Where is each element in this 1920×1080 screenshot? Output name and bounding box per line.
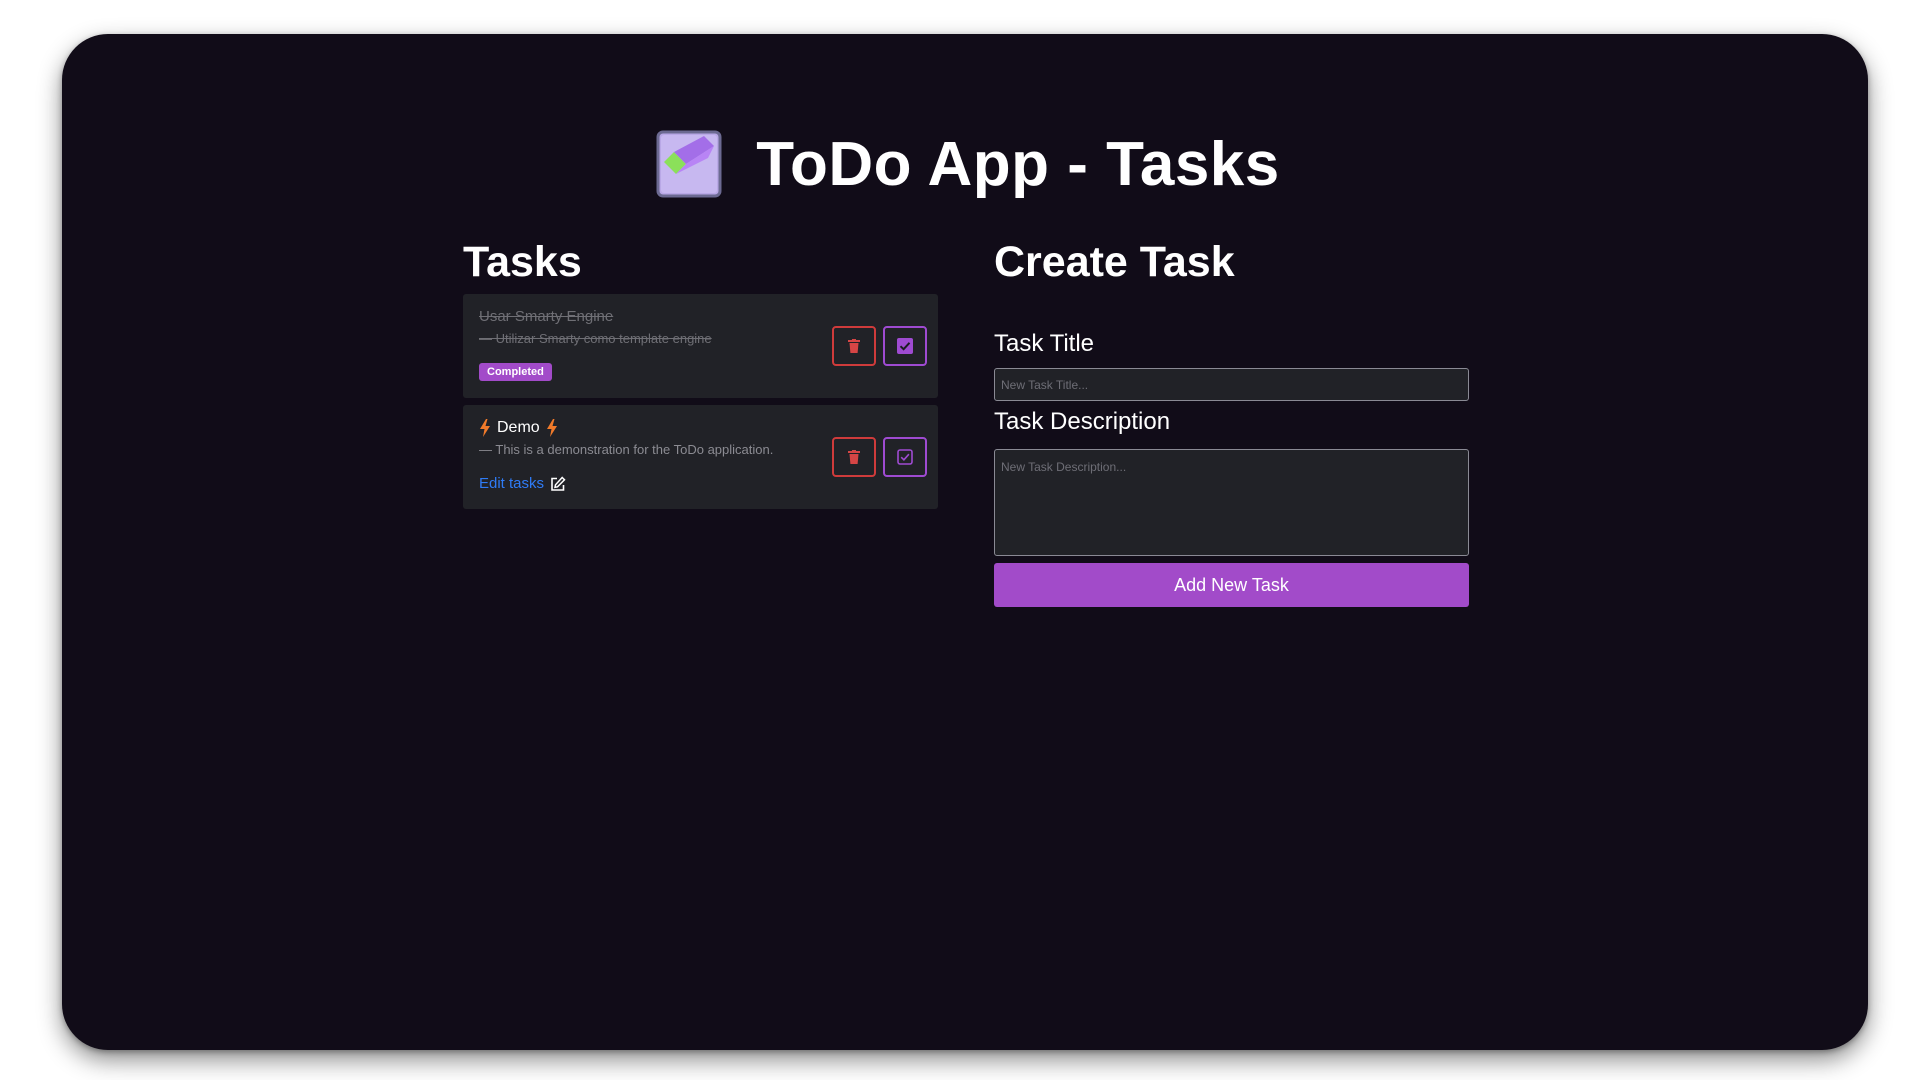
lightning-bolt-icon (546, 419, 557, 437)
task-description: — This is a demonstration for the ToDo a… (479, 442, 774, 457)
complete-task-checkbox[interactable] (883, 326, 927, 366)
task-title-input[interactable] (994, 368, 1469, 401)
page-title: ToDo App - Tasks (756, 129, 1280, 199)
add-new-task-button[interactable]: Add New Task (994, 563, 1469, 607)
completed-badge: Completed (479, 363, 552, 381)
checkbox-unchecked-icon (897, 449, 913, 465)
task-description: — Utilizar Smarty como template engine (479, 331, 712, 346)
trash-icon (848, 339, 860, 353)
task-card: Usar Smarty Engine — Utilizar Smarty com… (463, 294, 938, 398)
task-card: Demo — This is a demonstration for the T… (463, 405, 938, 509)
edit-tasks-link[interactable]: Edit tasks (479, 475, 566, 492)
task-description-input[interactable] (994, 449, 1469, 556)
task-title: Usar Smarty Engine (479, 308, 614, 325)
app-window: ToDo App - Tasks Tasks Usar Smarty Engin… (62, 34, 1868, 1050)
tasks-heading: Tasks (463, 238, 582, 286)
checkbox-checked-icon (897, 338, 913, 354)
edit-tasks-label: Edit tasks (479, 475, 545, 492)
task-title-row: Demo (479, 419, 558, 437)
edit-icon (551, 475, 566, 491)
lightning-bolt-icon (480, 419, 490, 437)
complete-task-checkbox[interactable] (883, 437, 927, 477)
pencil-check-logo-icon (656, 130, 722, 198)
task-title-label: Task Title (994, 330, 1095, 357)
task-description-label: Task Description (994, 408, 1171, 435)
delete-task-button[interactable] (832, 326, 876, 366)
app-header: ToDo App - Tasks (62, 126, 1868, 202)
delete-task-button[interactable] (832, 437, 876, 477)
create-task-heading: Create Task (994, 238, 1235, 286)
task-title: Demo (497, 419, 540, 436)
trash-icon (848, 450, 860, 464)
